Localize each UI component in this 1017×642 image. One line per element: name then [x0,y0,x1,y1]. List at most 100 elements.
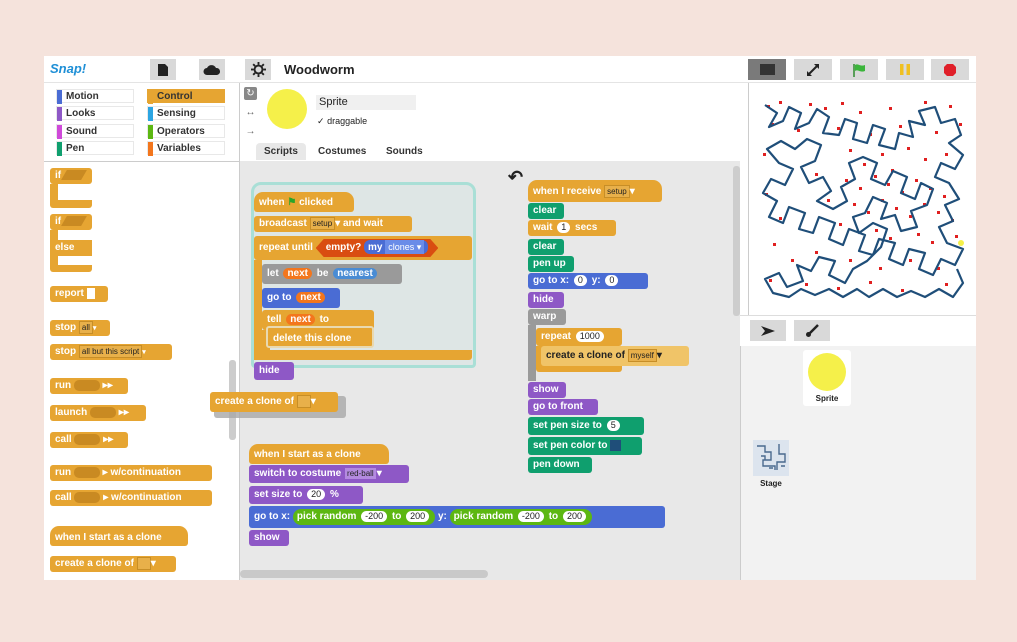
if-block[interactable]: if [50,168,92,208]
no-rotate-icon[interactable]: → [244,125,257,138]
snap-window: Snap! Woodworm Motion Looks Sound Pen Co… [44,56,976,580]
pause-button[interactable] [886,59,924,80]
category-pen[interactable]: Pen [56,141,134,156]
gear-icon [250,62,266,77]
go-to-xy-block[interactable]: go to x: 0 y: 0 [528,273,648,289]
turtle-arrow-icon [761,325,775,336]
go-to-block[interactable]: go to next [262,288,340,308]
create-clone-myself-block[interactable]: create a clone of myself ▾ [541,346,689,366]
undo-icon[interactable]: ↶ [508,167,523,188]
if-block-top: if [50,168,92,184]
category-variables[interactable]: Variables [147,141,225,156]
when-flag-clicked-block[interactable]: when ⚑ clicked [254,192,354,212]
pen-down-block[interactable]: pen down [528,457,592,473]
editor-tabs: Scripts Costumes Sounds [240,141,740,161]
if-else-block[interactable]: if else [50,214,92,272]
stage-icon[interactable] [753,440,789,476]
empty-predicate: empty? [325,242,362,253]
switch-costume-block[interactable]: switch to costume red-ball ▾ [249,465,409,483]
show-block-2[interactable]: show [249,530,289,546]
clear-block-2[interactable]: clear [528,239,564,255]
paintbrush-button[interactable] [794,320,830,341]
category-operators[interactable]: Operators [147,124,225,139]
sprite-icon [808,353,846,391]
stage-size-icon [759,64,775,75]
wait-block[interactable]: wait 1 secs [528,220,616,236]
corral-toolbar [740,315,976,346]
when-i-receive-block[interactable]: when I receive setup ▾ [528,180,662,202]
project-title: Woodworm [284,62,355,77]
fullscreen-button[interactable] [794,59,832,80]
pen-color-swatch[interactable] [610,439,622,451]
category-label: Sensing [157,108,196,119]
sprite-corral: Sprite Stage [740,346,976,580]
pen-up-block[interactable]: pen up [528,256,574,272]
report-block[interactable]: report [50,286,108,302]
tab-sounds[interactable]: Sounds [378,143,431,160]
turtle-button[interactable] [750,320,786,341]
call-continuation-block[interactable]: call ▸ w/continuation [50,490,212,506]
stage-size-button[interactable] [748,59,786,80]
category-motion[interactable]: Motion [56,89,134,104]
category-label: Looks [66,108,96,119]
cloud-button[interactable] [199,59,225,80]
category-label: Motion [66,91,99,102]
hide-block[interactable]: hide [254,362,294,380]
tab-costumes[interactable]: Costumes [310,143,374,160]
category-sensing[interactable]: Sensing [147,106,225,121]
category-label: Variables [157,143,201,154]
dragged-create-clone-block[interactable]: create a clone of ▾ [210,392,338,412]
repeat-until-block[interactable]: repeat until empty? my clones ▾ [254,236,472,260]
file-button[interactable] [150,59,176,80]
stop-other-block[interactable]: stop all but this script ▾ [50,344,172,360]
launch-block[interactable]: launch ▸▸ [50,405,146,421]
settings-button[interactable] [245,59,271,80]
when-clone-hat-block[interactable]: when I start as a clone [50,526,188,546]
file-icon [158,63,168,76]
if-block-top: if [50,214,92,230]
show-block[interactable]: show [528,382,566,398]
set-pen-color-block[interactable]: set pen color to [528,437,642,455]
scripts-vscrollbar[interactable] [733,166,740,316]
warp-block[interactable]: warp [528,309,566,325]
green-flag-button[interactable] [840,59,878,80]
sprite-icon-card[interactable]: Sprite [803,350,851,406]
tab-scripts[interactable]: Scripts [256,143,306,160]
category-sound[interactable]: Sound [56,124,134,139]
rotate-icon[interactable]: ↻ [244,87,257,100]
else-label: else [50,240,92,256]
delete-clone-block[interactable]: delete this clone [266,326,374,348]
call-block[interactable]: call ▸▸ [50,432,128,448]
stage[interactable] [748,83,976,315]
let-block[interactable]: let next be nearest [262,264,402,284]
go-to-front-block[interactable]: go to front [528,399,598,415]
go-to-xy-random-block[interactable]: go to x: pick random -200 to 200 y: pick… [249,506,665,528]
draggable-label: draggable [327,116,368,126]
green-flag-icon: ⚑ [287,197,297,208]
my-reporter: my [368,242,383,253]
category-control[interactable]: Control [147,89,225,104]
category-label: Pen [66,143,85,154]
leftright-icon[interactable]: ↔ [244,106,257,119]
create-clone-block[interactable]: create a clone of ▾ [50,556,176,572]
scripts-hscrollbar[interactable] [240,570,488,578]
set-pen-size-block[interactable]: set pen size to 5 [528,417,644,435]
run-continuation-block[interactable]: run ▸ w/continuation [50,465,212,481]
hide-block-2[interactable]: hide [528,292,564,308]
checkmark-icon: ✓ [317,116,325,126]
cloud-icon [203,64,221,75]
category-looks[interactable]: Looks [56,106,134,121]
draggable-checkbox[interactable]: ✓ draggable [317,116,367,127]
broadcast-and-wait-block[interactable]: broadcast setup ▾ and wait [254,216,412,232]
stop-all-block[interactable]: stop all ▾ [50,320,110,336]
set-size-block[interactable]: set size to 20 % [249,486,363,504]
category-label: Sound [66,126,98,137]
sprite-name-field[interactable]: Sprite [316,95,416,110]
stop-button[interactable] [931,59,969,80]
when-start-clone-block[interactable]: when I start as a clone [249,444,389,464]
clear-block[interactable]: clear [528,203,564,219]
run-block[interactable]: run ▸▸ [50,378,128,394]
top-bar: Snap! Woodworm [44,56,976,83]
snap-logo[interactable]: Snap! [50,61,86,76]
repeat-block[interactable]: repeat 1000 [536,328,622,346]
